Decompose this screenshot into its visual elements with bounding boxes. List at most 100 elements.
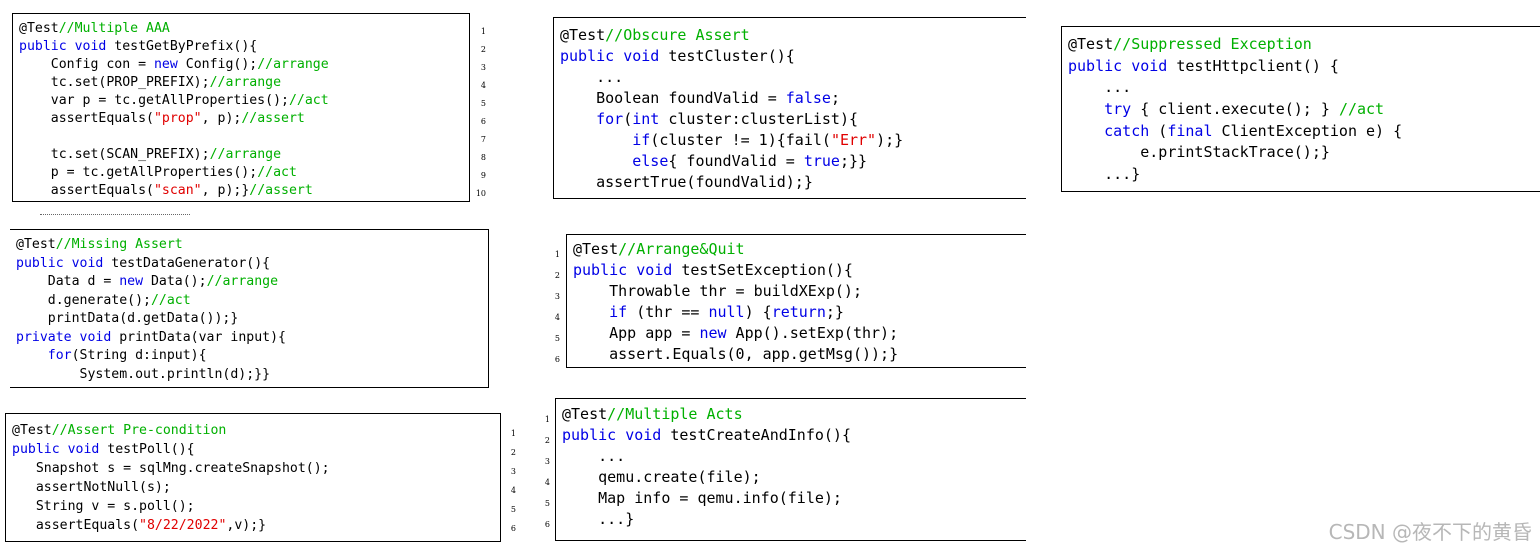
code-token: var p = tc.getAllProperties(); <box>19 93 289 108</box>
code-line: @Test//Multiple AAA <box>19 20 465 38</box>
code-token: printData(var input){ <box>111 329 286 345</box>
keyword-token: final <box>1167 121 1213 140</box>
keyword-token: true <box>803 152 840 170</box>
code-token: assertEquals( <box>12 518 140 533</box>
code-token: String v = s.poll(); <box>12 499 195 514</box>
code-line: p = tc.getAllProperties();//act <box>19 164 465 182</box>
code-token: testCreateAndInfo(){ <box>661 426 851 444</box>
code-lines: @Test//Arrange&Quit public void testSetEx… <box>573 239 1022 365</box>
code-lines: @Test//Obscure Assert public void testClu… <box>560 25 1022 193</box>
line-number: 4 <box>554 313 560 322</box>
keyword-token: false <box>785 89 831 107</box>
keyword-token: if <box>632 131 651 149</box>
line-number: 6 <box>510 524 516 533</box>
code-token: Boolean foundValid = <box>560 89 786 107</box>
line-number: 6 <box>480 117 486 126</box>
comment-token: //arrange <box>209 75 282 90</box>
keyword-token: public void <box>1068 56 1168 75</box>
string-token: "prop" <box>153 111 202 126</box>
comment-token: //act <box>257 165 297 180</box>
comment-token: //Obscure Assert <box>605 26 750 44</box>
code-token: System.out.println(d);}} <box>16 366 271 382</box>
code-snippet-arrange-quit: @Test//Arrange&Quit public void testSetEx… <box>566 234 1026 368</box>
code-token: ... <box>1068 78 1132 97</box>
code-snippet-multiple-acts: @Test//Multiple Acts public void testCrea… <box>555 398 1026 541</box>
code-line: if(cluster != 1){fail("Err");} <box>560 130 1022 151</box>
code-token: @Test <box>19 21 59 36</box>
code-line: public void testPoll(){ <box>12 440 496 459</box>
code-line: @Test//Arrange&Quit <box>573 239 1022 260</box>
code-line: public void testHttpclient() { <box>1068 56 1536 78</box>
string-token: "8/22/2022" <box>139 518 227 533</box>
code-line: ... <box>560 67 1022 88</box>
line-number: 2 <box>480 45 486 54</box>
keyword-token: else <box>632 152 669 170</box>
code-token: testSetException(){ <box>672 261 853 279</box>
comment-token: //act <box>1338 100 1385 119</box>
code-token: { foundValid = <box>668 152 804 170</box>
code-token: e.printStackTrace();} <box>1068 143 1330 162</box>
keyword-token: if <box>609 303 628 321</box>
keyword-token: public void <box>562 426 662 444</box>
code-token: @Test <box>16 237 56 252</box>
code-line: @Test//Assert Pre-condition <box>12 421 496 440</box>
line-numbers: 1 2 3 4 5 6 <box>534 409 550 535</box>
code-token: ;}} <box>839 152 868 170</box>
code-line: Data d = new Data();//arrange <box>16 273 484 292</box>
code-line: try { client.execute(); } //act <box>1068 99 1536 121</box>
code-token: App().setExp(thr); <box>726 324 899 342</box>
code-token: assertEquals( <box>19 111 154 126</box>
code-snippet-missing-assert: @Test//Missing Assert public void testDat… <box>10 229 489 388</box>
keyword-token: try <box>1104 100 1132 119</box>
code-line: assertTrue(foundValid);} <box>560 172 1022 193</box>
line-number: 1 <box>554 250 560 259</box>
code-token: Throwable thr = buildXExp(); <box>573 282 862 300</box>
code-token: assertNotNull(s); <box>12 480 171 495</box>
line-number: 5 <box>480 99 486 108</box>
comment-token: //Missing Assert <box>55 237 183 252</box>
code-token: printData(d.getData());} <box>16 311 239 326</box>
string-token: "Err" <box>830 131 877 149</box>
code-token: ... <box>560 68 624 86</box>
scan-artifact <box>40 214 190 218</box>
keyword-token: for <box>47 348 72 363</box>
code-line: ...} <box>1068 164 1536 186</box>
keyword-token: for <box>596 110 624 128</box>
comment-token: //act <box>150 292 191 308</box>
string-token: "scan" <box>153 183 202 198</box>
code-snippet-assert-precondition: @Test//Assert Pre-condition public void t… <box>5 413 501 542</box>
code-line: assertEquals("scan", p);}//assert <box>19 182 465 200</box>
code-line: printData(d.getData());} <box>16 310 484 329</box>
comment-token: //arrange <box>206 274 279 289</box>
comment-token: //arrange <box>209 147 282 162</box>
code-token: (thr == <box>627 303 709 321</box>
code-line: App app = new App().setExp(thr); <box>573 323 1022 344</box>
line-number: 2 <box>544 436 550 445</box>
code-token: Data(); <box>143 274 207 289</box>
keyword-token: public void <box>560 47 660 65</box>
comment-token: //assert <box>241 111 305 126</box>
code-token: ; <box>830 89 840 107</box>
code-token: assertEquals( <box>19 183 154 198</box>
line-number: 1 <box>544 415 550 424</box>
line-numbers: 1 2 3 4 5 6 7 8 9 10 <box>470 23 486 203</box>
line-number: 8 <box>480 153 486 162</box>
keyword-token: null <box>708 303 745 321</box>
code-lines: @Test//Assert Pre-condition public void t… <box>12 421 496 535</box>
code-token: d.generate(); <box>16 292 151 308</box>
code-line: qemu.create(file); <box>562 467 1022 488</box>
keyword-token: catch <box>1104 121 1150 140</box>
code-token: tc.set(PROP_PREFIX); <box>19 75 210 90</box>
keyword-token: public void <box>16 255 104 271</box>
line-number: 10 <box>475 189 486 198</box>
line-number: 4 <box>544 478 550 487</box>
code-token: ...} <box>562 510 635 528</box>
code-line: assertEquals("8/22/2022",v);} <box>12 516 496 535</box>
code-token: { client.execute(); } <box>1131 100 1339 119</box>
code-line: Boolean foundValid = false; <box>560 88 1022 109</box>
code-lines: @Test//Missing Assert public void testDat… <box>16 236 484 384</box>
code-token: Data d = <box>16 274 120 289</box>
code-snippet-multiple-aaa: @Test//Multiple AAA public void testGetBy… <box>12 13 470 202</box>
